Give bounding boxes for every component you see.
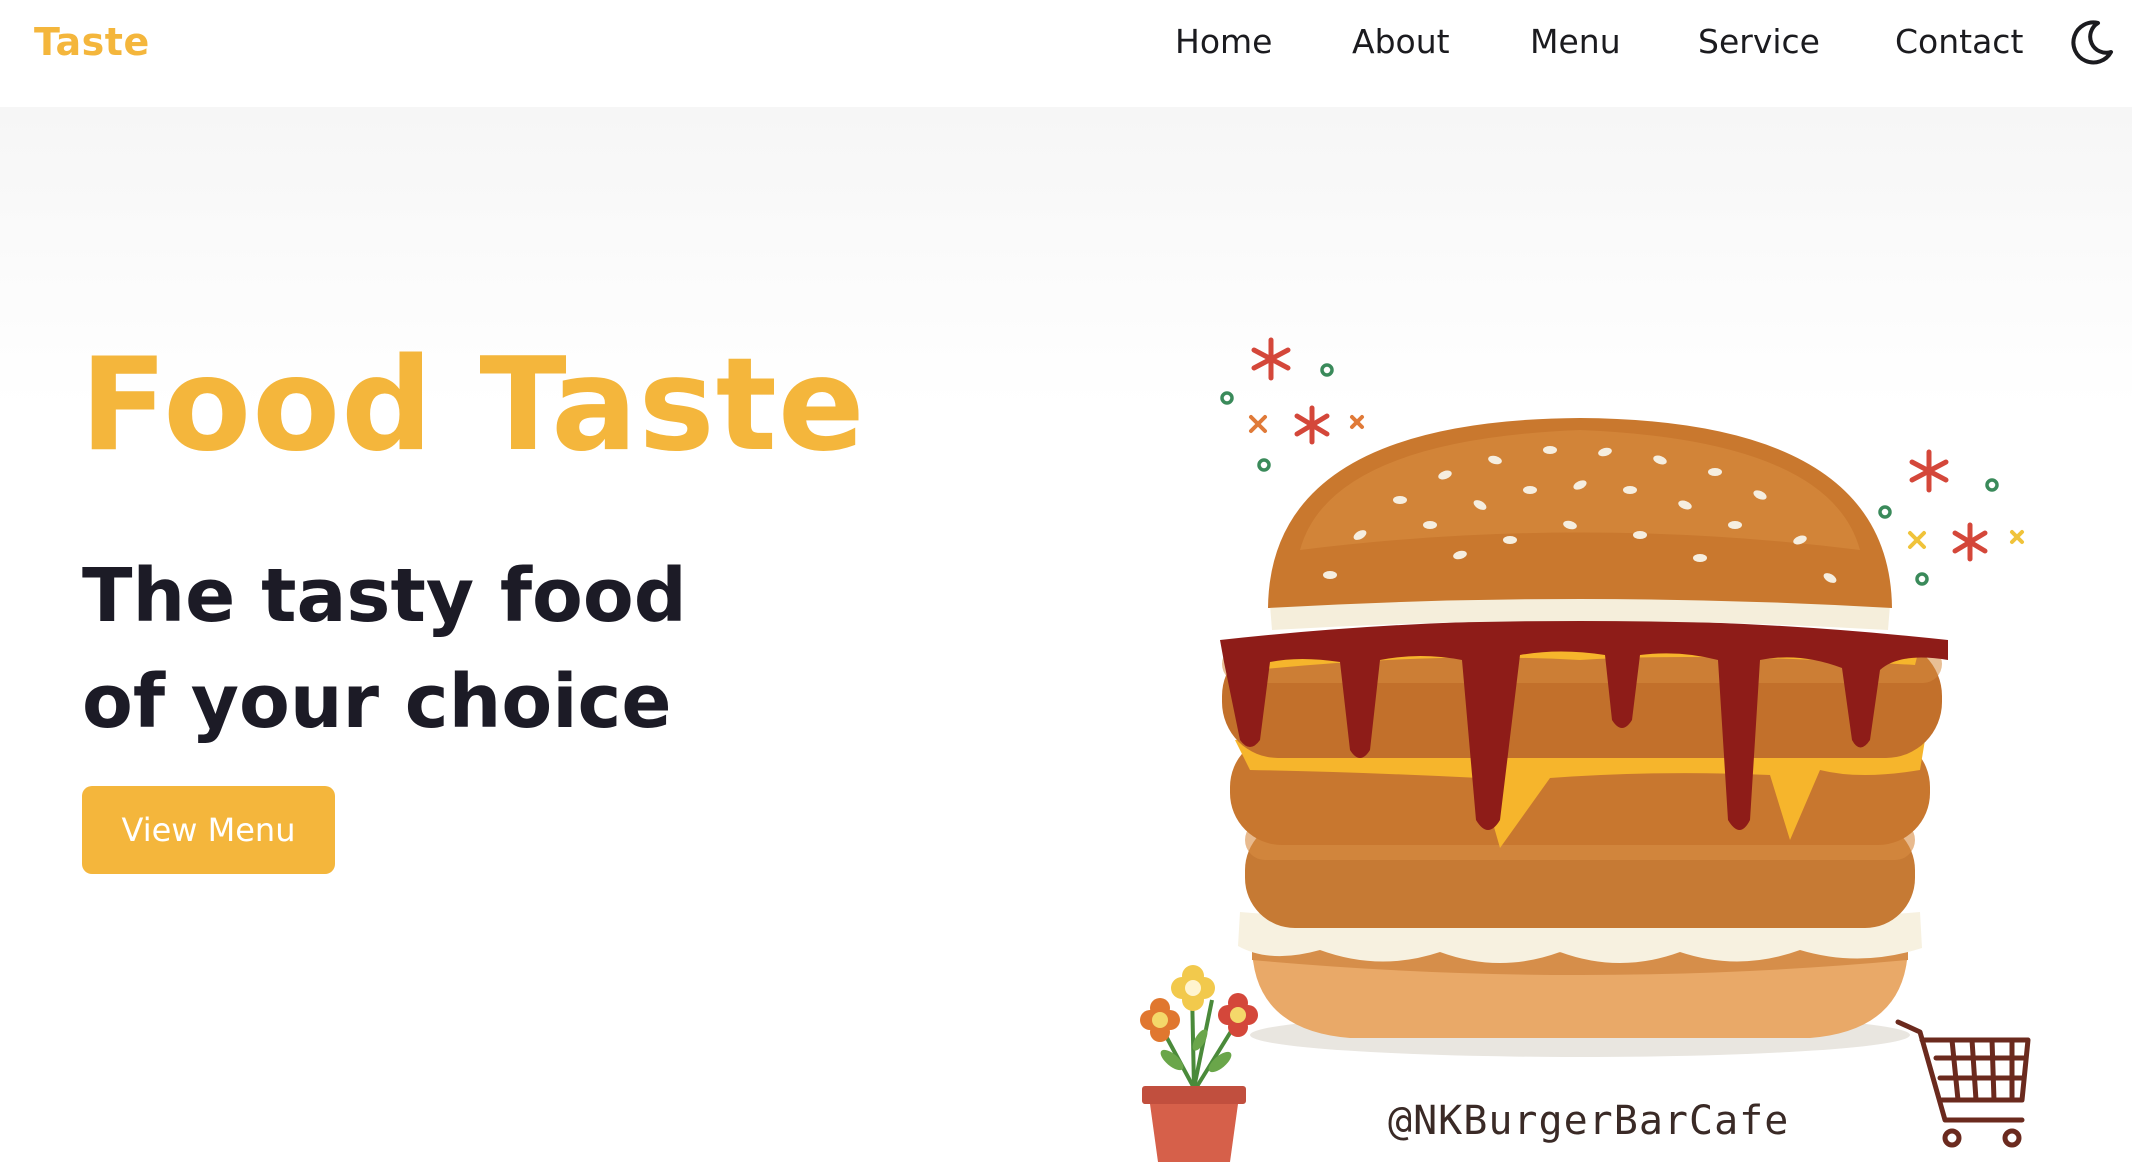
hero-subtitle: The tasty food of your choice — [82, 553, 687, 745]
nav-link-about[interactable]: About — [1352, 22, 1450, 61]
shopping-cart-icon — [1895, 1019, 2031, 1148]
hero-illustration — [1100, 300, 2132, 1176]
flower-pot-icon — [1140, 965, 1258, 1162]
nav-link-menu[interactable]: Menu — [1530, 22, 1621, 61]
hero-title: Food Taste — [80, 331, 866, 480]
nav-link-home[interactable]: Home — [1175, 22, 1272, 61]
sparkle-icon — [1878, 449, 2024, 586]
social-handle: @NKBurgerBarCafe — [1388, 1098, 1790, 1144]
view-menu-button[interactable]: View Menu — [82, 786, 335, 874]
nav-link-service[interactable]: Service — [1698, 22, 1820, 61]
moon-icon — [2071, 20, 2113, 65]
sparkle-icon — [1220, 337, 1364, 472]
site-logo[interactable]: Taste — [34, 20, 150, 64]
nav-link-contact[interactable]: Contact — [1895, 22, 2023, 61]
theme-toggle-button[interactable] — [2068, 18, 2116, 66]
navbar: Taste Home About Menu Service Contact — [0, 0, 2132, 107]
burger-image — [1220, 418, 1948, 1057]
